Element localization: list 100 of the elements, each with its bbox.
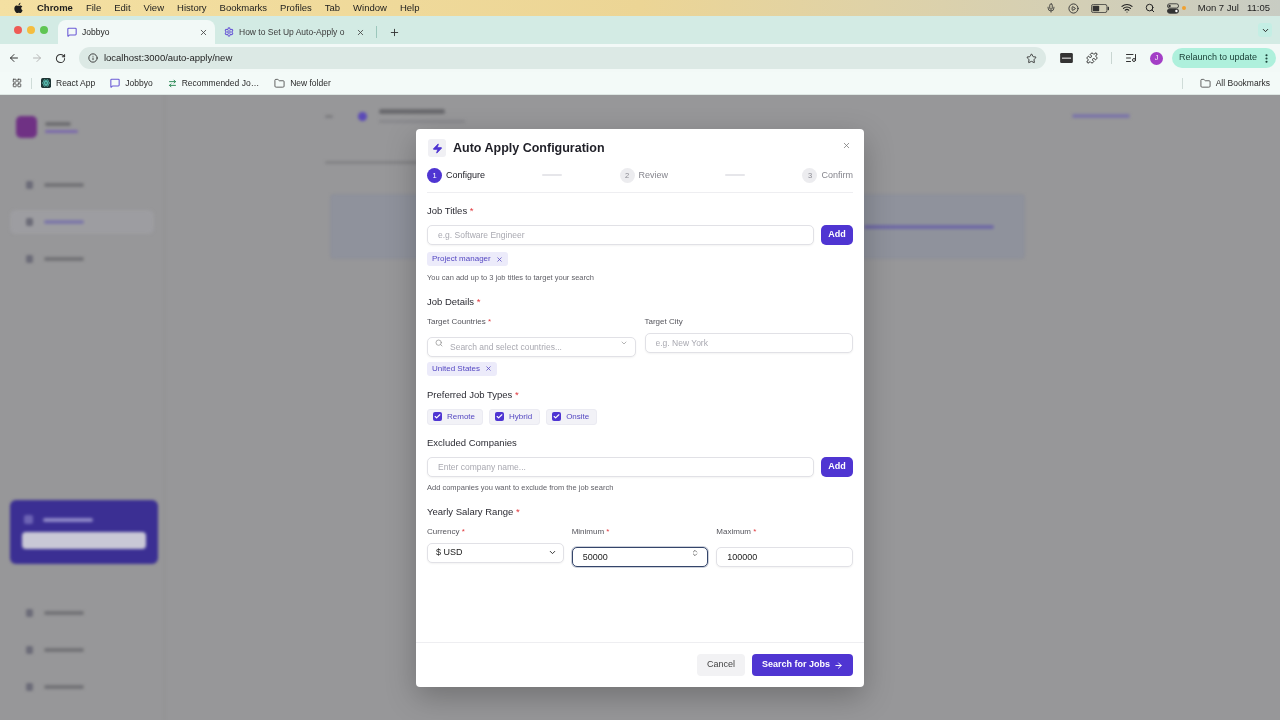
lightning-icon	[428, 139, 446, 158]
atom-icon	[41, 78, 51, 88]
chevron-down-icon	[547, 548, 557, 557]
countries-select[interactable]: Search and select countries...	[427, 336, 636, 357]
chip-label: United States	[432, 362, 481, 375]
field-label: Maximum *	[716, 525, 758, 538]
apple-logo-icon[interactable]	[13, 2, 23, 14]
app-menu[interactable]: Chrome	[37, 0, 73, 16]
company-input[interactable]: Enter company name...	[427, 457, 814, 477]
checkbox[interactable]	[552, 412, 562, 422]
blurred-logo-tile	[16, 116, 37, 138]
bookmark-item[interactable]: Jobbyo	[110, 76, 153, 90]
arrows-icon	[167, 78, 177, 88]
bookmark-label: React App	[56, 76, 96, 90]
tab-title: Jobbyo	[82, 25, 110, 39]
job-type-option[interactable]: Remote	[427, 408, 483, 425]
address-bar[interactable]: localhost:3000/auto-apply/new	[78, 47, 1046, 69]
menu-item[interactable]: View	[143, 0, 164, 16]
browser-tab[interactable]: How to Set Up Auto-Apply o	[215, 20, 372, 44]
section-label: Yearly Salary Range *	[427, 505, 521, 520]
relaunch-button[interactable]: Relaunch to update	[1171, 48, 1276, 68]
step-label: Confirm	[821, 168, 853, 182]
bookmark-label: Recommended Jo…	[181, 76, 260, 90]
currency-select[interactable]: $ USD	[427, 542, 564, 563]
step-label: Review	[638, 168, 668, 182]
arrow-right-icon	[834, 660, 843, 670]
field-label: Minimum *	[571, 525, 611, 538]
menu-item[interactable]: History	[177, 0, 207, 16]
section-label: Preferred Job Types *	[427, 387, 520, 402]
bookmark-label: Jobbyo	[125, 76, 153, 90]
card-icon[interactable]	[1059, 53, 1073, 63]
section-label: Job Titles *	[427, 203, 475, 218]
search-icon	[435, 338, 443, 347]
media-list-icon[interactable]	[1124, 52, 1137, 64]
close-icon[interactable]	[356, 27, 365, 37]
microphone-icon[interactable]	[1045, 3, 1056, 13]
close-icon[interactable]	[199, 27, 208, 37]
close-icon[interactable]	[495, 255, 503, 263]
info-icon[interactable]	[87, 53, 98, 63]
add-button[interactable]: Add	[821, 225, 853, 245]
menu-item[interactable]: Profiles	[280, 0, 312, 16]
checkbox[interactable]	[433, 412, 442, 422]
menu-item[interactable]: Edit	[114, 0, 131, 16]
menu-bar-date[interactable]: Mon 7 Jul	[1197, 0, 1239, 16]
section-label: Excluded Companies	[427, 435, 518, 450]
job-title-input[interactable]: e.g. Software Engineer	[427, 225, 814, 245]
menu-item[interactable]: Help	[399, 0, 420, 16]
close-icon[interactable]	[485, 365, 493, 372]
toggles-icon[interactable]	[1166, 2, 1179, 14]
window-close-button[interactable]	[14, 26, 22, 34]
bookmark-item[interactable]: New folder	[274, 76, 331, 90]
bookmark-item[interactable]: Recommended Jo…	[167, 76, 260, 90]
blurred-page-icon	[358, 111, 367, 121]
tab-list-button[interactable]	[1258, 23, 1272, 37]
apps-grid-icon[interactable]	[12, 78, 22, 88]
add-button[interactable]: Add	[821, 457, 853, 477]
checkbox[interactable]	[495, 412, 504, 422]
chat-bubble-icon	[110, 78, 121, 88]
search-icon[interactable]	[1144, 3, 1155, 13]
all-bookmarks-item[interactable]: All Bookmarks	[1199, 76, 1270, 90]
menu-item[interactable]: Bookmarks	[219, 0, 268, 16]
puzzle-icon[interactable]	[1085, 52, 1098, 64]
battery-icon[interactable]	[1090, 3, 1109, 13]
city-input[interactable]: e.g. New York	[644, 332, 853, 353]
bookmark-item[interactable]: React App	[41, 76, 96, 90]
field-label: Target City	[644, 315, 684, 328]
section-label: Job Details *	[427, 295, 482, 310]
close-icon[interactable]	[842, 141, 851, 151]
back-icon[interactable]	[8, 52, 20, 64]
cancel-button[interactable]: Cancel	[696, 654, 745, 676]
search-jobs-button[interactable]: Search for Jobs	[751, 654, 853, 676]
chip-label: Project manager	[432, 253, 491, 265]
tab-title: How to Set Up Auto-Apply o	[239, 25, 345, 39]
job-type-option[interactable]: Hybrid	[489, 408, 541, 425]
bookmark-label: All Bookmarks	[1215, 76, 1270, 90]
play-icon[interactable]	[1067, 2, 1079, 14]
folder-icon	[274, 77, 286, 89]
step-label: Configure	[446, 168, 486, 182]
field-label: Target Countries *	[427, 315, 493, 328]
maximum-input[interactable]: 100000	[716, 546, 853, 567]
new-tab-icon[interactable]	[389, 26, 400, 38]
browser-tab[interactable]: Jobbyo	[58, 20, 215, 44]
job-type-option[interactable]: Onsite	[546, 408, 598, 425]
chat-bubble-icon	[67, 27, 77, 37]
url-text: localhost:3000/auto-apply/new	[103, 50, 233, 65]
menu-item[interactable]: File	[85, 0, 102, 16]
menu-bar-time[interactable]: 11:05	[1246, 0, 1270, 16]
field-label: Currency *	[427, 525, 466, 538]
dialog-title: Auto Apply Configuration	[453, 140, 605, 157]
bookmark-label: New folder	[290, 76, 331, 90]
menu-item[interactable]: Tab	[324, 0, 341, 16]
reload-icon[interactable]	[54, 52, 66, 64]
wifi-icon[interactable]	[1120, 2, 1133, 14]
star-icon[interactable]	[1025, 52, 1037, 64]
menu-item[interactable]: Window	[353, 0, 387, 16]
gear-icon	[224, 27, 234, 37]
folder-icon	[1199, 77, 1211, 89]
up-down-arrows-icon[interactable]	[691, 548, 700, 557]
minimum-input[interactable]: 50000	[571, 546, 709, 567]
blurred-brand-text	[45, 121, 78, 133]
